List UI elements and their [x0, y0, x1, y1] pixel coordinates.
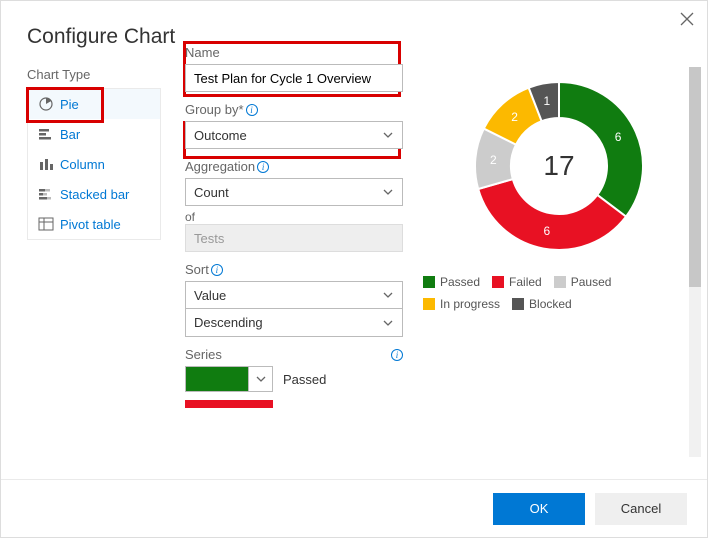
sort-label: Sort i — [185, 262, 403, 277]
column-icon — [38, 156, 54, 172]
chevron-down-icon — [382, 186, 394, 198]
chevron-down-icon — [382, 317, 394, 329]
aggregation-label: Aggregation i — [185, 159, 403, 174]
scrollbar-thumb[interactable] — [689, 67, 701, 287]
info-icon[interactable]: i — [211, 264, 223, 276]
chart-type-label-text: Bar — [60, 127, 80, 142]
chevron-down-icon — [248, 367, 272, 391]
pie-icon — [38, 96, 54, 112]
name-input[interactable] — [185, 64, 403, 92]
info-icon[interactable]: i — [246, 104, 258, 116]
legend-label: Passed — [440, 275, 480, 289]
chart-preview: 17 6 6 2 2 1 Passed Failed Paused In progress Bl… — [421, 67, 697, 447]
close-button[interactable] — [677, 9, 697, 29]
stacked-bar-icon — [38, 186, 54, 202]
chart-type-bar[interactable]: Bar — [28, 119, 160, 149]
info-icon[interactable]: i — [257, 161, 269, 173]
scrollbar[interactable] — [689, 67, 701, 457]
chart-type-pie[interactable]: Pie — [28, 89, 160, 119]
legend-item: In progress — [423, 297, 500, 311]
of-label: of — [185, 210, 403, 224]
close-icon — [680, 12, 694, 26]
ok-button[interactable]: OK — [493, 493, 585, 525]
donut-chart: 17 6 6 2 2 1 — [464, 71, 654, 261]
chart-type-label-text: Pivot table — [60, 217, 121, 232]
name-label: Name — [185, 45, 403, 60]
slice-value: 6 — [544, 224, 551, 238]
info-icon[interactable]: i — [391, 349, 403, 361]
sort-value-select[interactable]: Value — [185, 281, 403, 309]
chart-type-label-text: Column — [60, 157, 105, 172]
slice-value: 6 — [615, 130, 622, 144]
donut-total: 17 — [543, 150, 574, 182]
chart-type-column[interactable]: Column — [28, 149, 160, 179]
chart-legend: Passed Failed Paused In progress Blocked — [421, 275, 697, 311]
legend-label: Paused — [571, 275, 612, 289]
legend-item: Passed — [423, 275, 480, 289]
legend-label: Blocked — [529, 297, 572, 311]
chevron-down-icon — [382, 129, 394, 141]
series-swatch — [186, 367, 248, 391]
series-label: Series i — [185, 347, 403, 362]
slice-value: 1 — [544, 94, 551, 108]
legend-item: Failed — [492, 275, 542, 289]
groupby-label: Group by* i — [185, 102, 403, 117]
chart-type-stacked-bar[interactable]: Stacked bar — [28, 179, 160, 209]
pivot-table-icon — [38, 216, 54, 232]
legend-item: Blocked — [512, 297, 572, 311]
legend-swatch — [423, 298, 435, 310]
legend-item: Paused — [554, 275, 612, 289]
legend-label: Failed — [509, 275, 542, 289]
dialog-footer: OK Cancel — [1, 479, 707, 537]
chart-type-panel: Chart Type Pie Bar — [27, 67, 161, 447]
chart-type-label: Chart Type — [27, 67, 161, 82]
chart-type-list: Pie Bar Column — [27, 88, 161, 240]
groupby-select[interactable]: Outcome — [185, 121, 403, 149]
legend-swatch — [492, 276, 504, 288]
legend-swatch — [423, 276, 435, 288]
slice-value: 2 — [490, 153, 497, 167]
legend-label: In progress — [440, 297, 500, 311]
configure-chart-dialog: Configure Chart Chart Type Pie Bar — [0, 0, 708, 538]
aggregation-select[interactable]: Count — [185, 178, 403, 206]
bar-icon — [38, 126, 54, 142]
legend-swatch — [512, 298, 524, 310]
sort-direction-select[interactable]: Descending — [185, 309, 403, 337]
chart-config-form: Name Group by* i Outcome Aggregation i — [185, 67, 403, 447]
series-color-select[interactable] — [185, 366, 273, 392]
series-strip — [185, 400, 273, 408]
chart-type-label-text: Pie — [60, 97, 79, 112]
chart-type-pivot-table[interactable]: Pivot table — [28, 209, 160, 239]
chart-type-label-text: Stacked bar — [60, 187, 129, 202]
of-select: Tests — [185, 224, 403, 252]
series-item-label: Passed — [283, 372, 326, 387]
cancel-button[interactable]: Cancel — [595, 493, 687, 525]
legend-swatch — [554, 276, 566, 288]
chevron-down-icon — [382, 289, 394, 301]
slice-value: 2 — [511, 110, 518, 124]
